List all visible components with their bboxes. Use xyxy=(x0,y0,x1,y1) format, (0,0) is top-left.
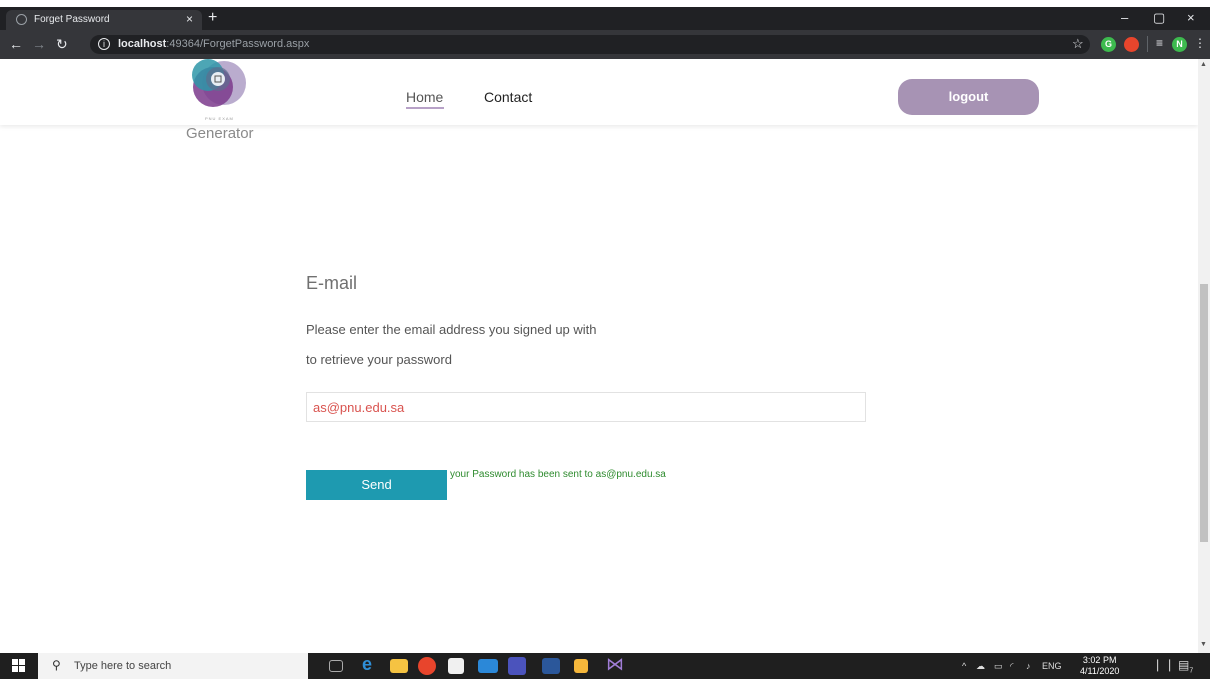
tab-close-icon[interactable]: × xyxy=(186,12,193,26)
site-info-icon[interactable]: i xyxy=(98,38,110,50)
forward-arrow-icon[interactable]: → xyxy=(32,36,46,52)
taskbar-search-box[interactable]: ⚲ Type here to search xyxy=(38,653,308,679)
logo-text: Generator xyxy=(186,125,254,142)
clock-date: 4/11/2020 xyxy=(1080,666,1120,676)
site-header: PNU EXAM Home Contact logout xyxy=(0,59,1198,125)
tab-title: Forget Password xyxy=(34,14,110,25)
page-favicon-icon xyxy=(16,14,27,25)
scrollbar-thumb[interactable] xyxy=(1200,284,1208,542)
edge-browser-icon[interactable]: e xyxy=(362,654,382,674)
bookmark-star-icon[interactable]: ☆ xyxy=(1072,36,1084,52)
grammarly-extension-icon[interactable]: G xyxy=(1101,37,1116,52)
toolbar-divider xyxy=(1147,36,1148,52)
form-instruction-line1: Please enter the email address you signe… xyxy=(306,322,597,337)
window-close-icon[interactable]: × xyxy=(1187,10,1195,25)
page-scrollbar[interactable]: ▲ ▼ xyxy=(1198,59,1210,653)
file-explorer-icon[interactable] xyxy=(390,659,408,673)
success-message: your Password has been sent to as@pnu.ed… xyxy=(450,469,666,480)
nav-home-underline xyxy=(406,107,444,109)
address-bar[interactable]: i localhost:49364/ForgetPassword.aspx ☆ xyxy=(90,35,1090,54)
browser-toolbar: ← → ↻ i localhost:49364/ForgetPassword.a… xyxy=(0,30,1210,59)
web-page: PNU EXAM Home Contact logout Generator E… xyxy=(0,59,1198,653)
media-queue-icon[interactable]: ≡ xyxy=(1156,36,1163,50)
network-icon[interactable]: ☁ xyxy=(976,661,985,672)
task-view-icon[interactable] xyxy=(329,660,343,672)
system-clock[interactable]: 3:02 PM 4/11/2020 xyxy=(1080,655,1119,677)
show-desktop-icon[interactable]: ⎹⎹ xyxy=(1146,658,1170,673)
search-icon: ⚲ xyxy=(52,658,61,672)
tools-icon[interactable] xyxy=(574,659,588,673)
email-input-value: as@pnu.edu.sa xyxy=(313,400,405,415)
new-tab-icon[interactable]: + xyxy=(208,9,217,27)
minimize-icon[interactable]: – xyxy=(1121,10,1128,25)
top-margin xyxy=(0,0,1210,7)
taskbar-search-placeholder: Type here to search xyxy=(74,660,172,672)
word-icon[interactable] xyxy=(542,658,560,674)
windows-taskbar: ⚲ Type here to search e ⋈ ^ ☁ ▭ ◜ ♪ ENG … xyxy=(0,653,1210,679)
teams-icon[interactable] xyxy=(508,657,526,675)
clock-time: 3:02 PM xyxy=(1082,655,1117,665)
nav-contact-link[interactable]: Contact xyxy=(484,89,532,105)
notification-icon[interactable]: ▤7 xyxy=(1178,658,1193,674)
chrome-menu-icon[interactable]: ⋮ xyxy=(1194,36,1206,50)
mail-icon[interactable] xyxy=(478,659,498,673)
scroll-up-icon[interactable]: ▲ xyxy=(1200,61,1207,68)
form-title: E-mail xyxy=(306,273,358,293)
maximize-icon[interactable]: ▢ xyxy=(1153,10,1165,26)
url-text: localhost:49364/ForgetPassword.aspx xyxy=(118,38,310,50)
logo-tagline: PNU EXAM xyxy=(205,116,234,121)
back-arrow-icon[interactable]: ← xyxy=(9,36,23,52)
profile-avatar[interactable]: N xyxy=(1172,37,1187,52)
tray-chevron-icon[interactable]: ^ xyxy=(962,661,966,671)
nav-home-link[interactable]: Home xyxy=(406,89,443,105)
send-button[interactable]: Send xyxy=(306,470,447,500)
reload-icon[interactable]: ↻ xyxy=(56,36,68,53)
language-indicator[interactable]: ENG xyxy=(1042,661,1062,671)
battery-icon[interactable]: ▭ xyxy=(994,661,1003,672)
email-input[interactable]: as@pnu.edu.sa xyxy=(306,392,866,422)
browser-tab-strip: Forget Password × + – ▢ × xyxy=(0,7,1210,30)
form-instruction-line2: to retrieve your password xyxy=(306,352,452,367)
visual-studio-icon[interactable]: ⋈ xyxy=(606,654,626,674)
windows-start-icon[interactable] xyxy=(12,659,26,673)
site-logo-icon[interactable] xyxy=(186,59,250,113)
chrome-taskbar-icon[interactable] xyxy=(418,657,436,675)
scroll-down-icon[interactable]: ▼ xyxy=(1200,641,1207,648)
volume-icon[interactable]: ♪ xyxy=(1026,661,1031,671)
extension-icon[interactable] xyxy=(1124,37,1139,52)
browser-tab[interactable]: Forget Password × xyxy=(6,10,202,30)
logout-button[interactable]: logout xyxy=(898,79,1039,115)
store-icon[interactable] xyxy=(448,658,464,674)
wifi-icon[interactable]: ◜ xyxy=(1010,661,1014,672)
